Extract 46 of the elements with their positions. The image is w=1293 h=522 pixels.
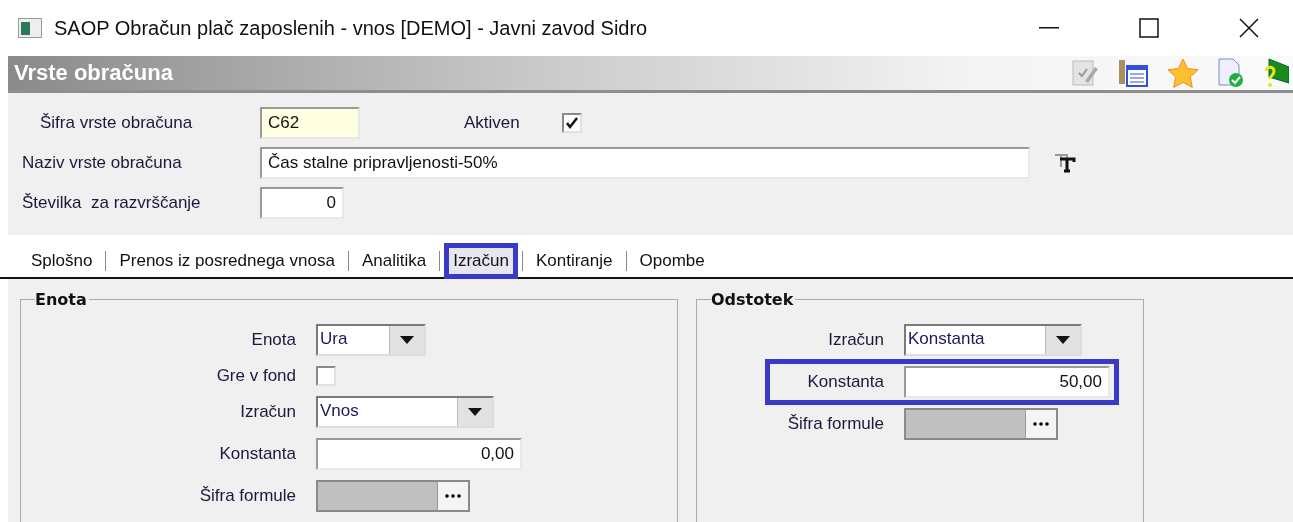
minimize-icon	[1039, 27, 1059, 29]
formula-field[interactable]	[904, 408, 1058, 440]
sort-field[interactable]: 0	[260, 187, 344, 219]
field-label: Šifra formule	[786, 414, 884, 434]
field-label: Aktiven	[464, 113, 520, 133]
name-field[interactable]: Čas stalne pripravljenosti-50%	[260, 147, 1030, 179]
caret-icon	[1056, 336, 1070, 344]
document-check-icon[interactable]	[1217, 58, 1245, 88]
ellipsis-icon	[445, 494, 461, 498]
field-label: Konstanta	[806, 372, 884, 392]
checkbox[interactable]	[561, 113, 582, 133]
ellipsis-icon	[1033, 422, 1049, 426]
section-title: Vrste obračuna	[14, 60, 174, 86]
field-label: Šifra vrste obračuna	[39, 113, 194, 133]
close-icon	[1239, 18, 1259, 38]
app-icon	[18, 18, 42, 38]
checkbox[interactable]	[316, 366, 336, 386]
tab[interactable]: Izračun	[444, 243, 518, 279]
tab[interactable]: Analitika	[352, 243, 436, 279]
field-label: Izračun	[239, 402, 296, 422]
tab[interactable]: Opombe	[630, 243, 714, 279]
field-label: Enota	[250, 330, 296, 350]
tab[interactable]: Splošno	[22, 243, 102, 279]
dropdown[interactable]: Vnos	[316, 396, 494, 428]
window-title: SAOP Obračun plač zaposlenih - vnos [DEMO] - Javni zavod Sidro	[54, 16, 649, 40]
edit-icon[interactable]	[1071, 59, 1099, 87]
dropdown[interactable]: Konstanta	[904, 324, 1082, 356]
dropdown[interactable]: Ura	[316, 324, 426, 356]
maximize-icon	[1139, 18, 1159, 38]
code-field[interactable]: C62	[260, 107, 360, 139]
field-label: Gre v fond	[215, 366, 296, 386]
field-label: Šifra formule	[198, 486, 296, 506]
caret-icon	[468, 408, 482, 416]
field-label: Številka za razvrščanje	[22, 193, 202, 213]
number-field[interactable]: 0,00	[316, 438, 522, 470]
tab[interactable]: Prenos iz posrednega vnosa	[110, 243, 344, 279]
number-field[interactable]: 50,00	[904, 366, 1110, 398]
tab[interactable]: Kontiranje	[526, 243, 622, 279]
field-label: Izračun	[827, 330, 884, 350]
formula-field[interactable]	[316, 480, 470, 512]
font-icon[interactable]	[1054, 153, 1076, 173]
caret-icon	[400, 336, 414, 344]
field-label: Naziv vrste obračuna	[22, 153, 183, 173]
star-icon[interactable]	[1167, 58, 1199, 88]
field-label: Konstanta	[218, 444, 296, 464]
table-icon[interactable]	[1117, 58, 1149, 88]
